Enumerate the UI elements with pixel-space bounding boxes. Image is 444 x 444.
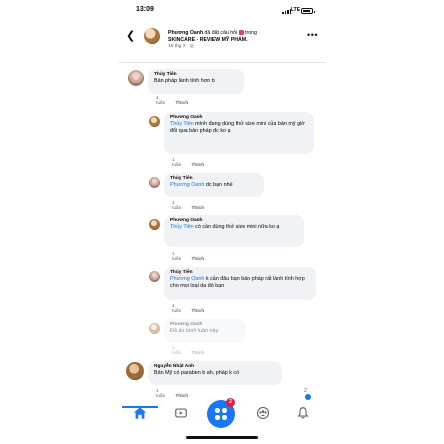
like-button[interactable]: Thích (175, 101, 188, 106)
network-label: LTE (291, 7, 301, 13)
groups-icon[interactable] (256, 406, 270, 420)
comment-bubble[interactable]: Nguyễn Nhật Anh Bản Mỹ có paraben b ah, … (148, 361, 282, 385)
like-button[interactable]: Thích (191, 257, 204, 262)
avatar[interactable] (149, 271, 160, 282)
post-group[interactable]: SKINCARE - REVIEW MỸ PHẨM. (168, 37, 248, 43)
avatar[interactable] (149, 323, 160, 334)
comment-meta: 1 tuần Thích (172, 201, 214, 211)
avatar[interactable] (126, 362, 144, 380)
chevron-left-icon[interactable]: ❮ (126, 30, 135, 42)
comment-bubble[interactable]: Phương Oanh Thủy Tiên có cần dùng thử si… (164, 215, 304, 247)
post-header: ❮ Phương Oanh đã đặt câu hỏi trong SKINC… (118, 22, 326, 60)
header-divider (118, 62, 326, 63)
post-action: đã đặt câu hỏi (203, 30, 239, 36)
comment-time: 1 tuần (172, 201, 182, 211)
post-date: 15 thg 3 · (168, 44, 190, 49)
globe-icon: ◎ (189, 44, 194, 49)
comment-text: Bản Mỹ có paraben b ah, pháp k có (154, 370, 240, 376)
facebook-post-screen: 13:09 LTE ❮ Phương Oanh đã đặt câu hỏi t… (118, 0, 326, 444)
notification-badge: 2 (226, 398, 235, 407)
comment-time: 1 tuần (172, 158, 182, 168)
like-button[interactable]: Thích (191, 351, 204, 356)
like-button[interactable]: Thích (191, 309, 204, 314)
comment-bubble[interactable]: Thủy Tiên Phương Oanh k cần đâu bạn bản … (164, 267, 316, 300)
mention-link[interactable]: Thủy Tiên (170, 121, 194, 127)
like-button[interactable]: Thích (191, 163, 204, 168)
comment-bubble[interactable]: Phương Oanh Thủy Tiên mình đang dùng thử… (164, 112, 314, 154)
comment-meta: 1 tuần Thích (172, 252, 214, 262)
comment-time: 1 tuần (156, 96, 166, 106)
status-bar: 13:09 LTE (118, 6, 326, 18)
ellipsis-icon[interactable]: ••• (307, 30, 318, 40)
post-author[interactable]: Phương Oanh (168, 30, 203, 36)
comment-bubble[interactable]: Thủy Tiên Bản pháp lành tính hơn b (148, 69, 244, 94)
avatar[interactable] (149, 219, 160, 230)
comment-meta: 1 tuần Thích (156, 96, 198, 106)
post-in-word: trong (243, 30, 257, 36)
avatar[interactable] (149, 177, 160, 188)
comment-text: dc bạn nhé (204, 182, 233, 188)
home-icon[interactable] (133, 406, 147, 420)
post-title: Phương Oanh đã đặt câu hỏi trong SKINCAR… (168, 30, 306, 51)
author-avatar[interactable] (144, 28, 160, 44)
battery-icon (301, 8, 315, 14)
comment-time: 1 tuần (172, 304, 182, 314)
comment-meta: 1 tuần Thích (172, 346, 214, 356)
comment-bubble[interactable]: Phương Oanh Đã ẩn bình luận này. (164, 319, 246, 343)
apps-grid-icon (215, 408, 227, 420)
mention-link[interactable]: Phương Oanh (170, 182, 204, 188)
comment-time: 1 tuần (172, 252, 182, 262)
like-button[interactable]: Thích (191, 206, 204, 211)
comment-meta: 1 tuần Thích (172, 158, 214, 168)
mention-link[interactable]: Phương Oanh (170, 276, 204, 282)
comment-bubble[interactable]: Thủy Tiên Phương Oanh dc bạn nhé (164, 173, 264, 197)
video-icon[interactable] (174, 406, 188, 420)
comment-text: Đã ẩn bình luận này. (170, 328, 220, 334)
comment-meta: 1 tuần Thích (172, 304, 214, 314)
mention-link[interactable]: Thủy Tiên (170, 224, 194, 230)
comment-text: Bản pháp lành tính hơn b (154, 78, 215, 84)
comment-time: 1 tuần (172, 346, 182, 356)
comment-text: có cần dùng thử size mini nữa ko ạ (193, 224, 280, 230)
bell-icon[interactable] (296, 406, 310, 420)
status-time: 13:09 (136, 6, 154, 13)
home-indicator (186, 436, 258, 439)
avatar[interactable] (149, 116, 160, 127)
avatar[interactable] (128, 70, 144, 86)
